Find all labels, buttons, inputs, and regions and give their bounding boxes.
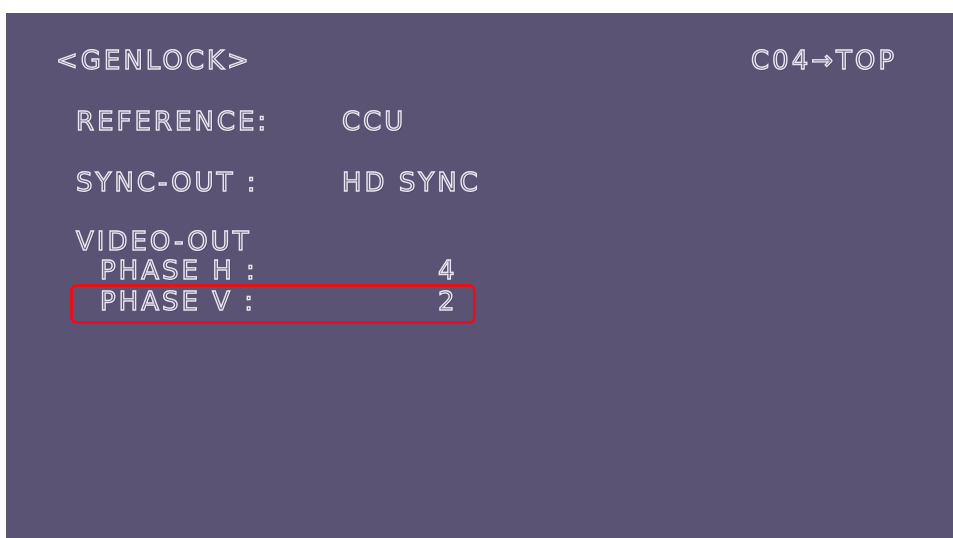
page-indicator: C04→TOP <box>750 45 898 76</box>
sync-out-label: SYNC-OUT : <box>75 167 259 198</box>
menu-title: <GENLOCK> <box>55 45 252 76</box>
osd-screen: <GENLOCK> C04→TOP REFERENCE: CCU SYNC-OU… <box>6 13 953 538</box>
reference-label: REFERENCE: <box>75 106 270 137</box>
phase-h-value: 4 <box>437 255 458 286</box>
reference-value: CCU <box>341 106 407 137</box>
video-out-heading: VIDEO-OUT <box>75 226 252 257</box>
sync-out-value: HD SYNC <box>341 167 481 198</box>
phase-h-label: PHASE H : <box>99 255 258 286</box>
phase-v-highlight-box <box>70 284 476 324</box>
